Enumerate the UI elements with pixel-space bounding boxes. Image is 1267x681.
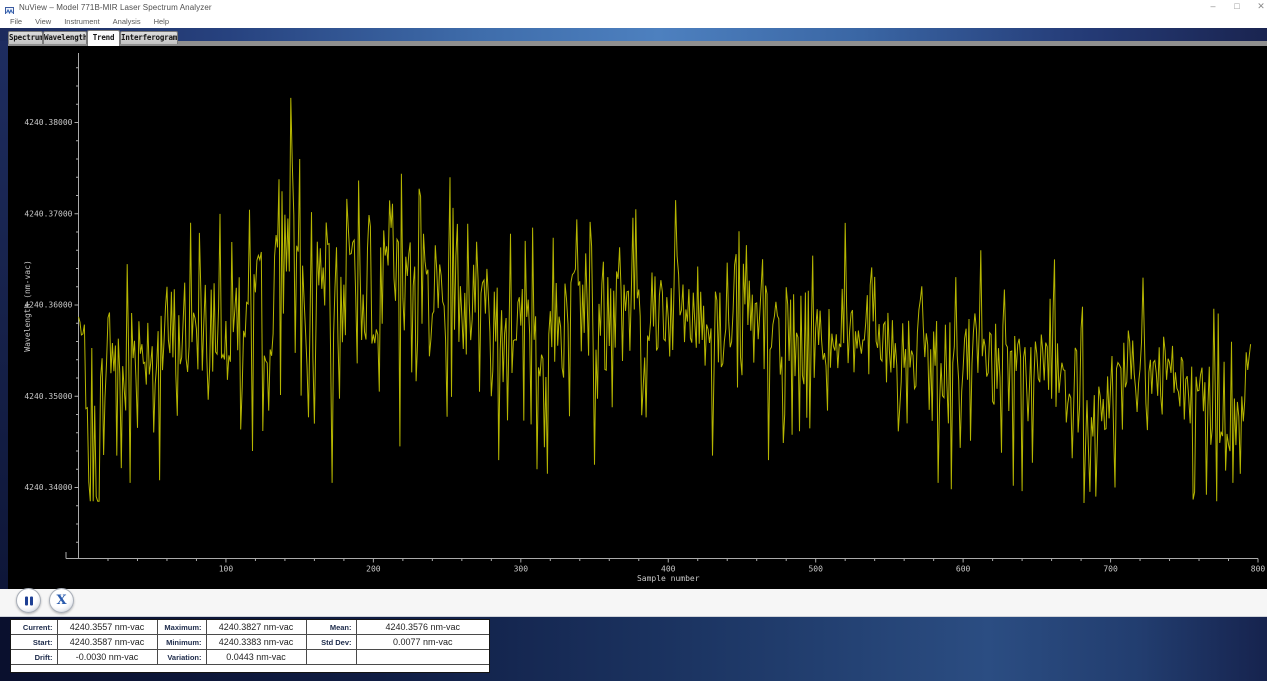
statistics-table: Current: 4240.3557 nm-vac Maximum: 4240.…: [11, 620, 489, 665]
stddev-label: Std Dev:: [306, 635, 356, 650]
main-content-area: Spectrum Wavelength Trend Interferogram …: [0, 28, 1267, 589]
stop-button[interactable]: X: [49, 588, 74, 613]
toolbar-strip: X: [0, 589, 1267, 617]
tab-interferogram[interactable]: Interferogram: [120, 31, 178, 44]
svg-text:4240.37000: 4240.37000: [24, 209, 72, 218]
svg-text:800: 800: [1251, 565, 1266, 574]
menu-instrument[interactable]: Instrument: [59, 17, 104, 26]
title-bar: NuView – Model 771B-MIR Laser Spectrum A…: [0, 0, 1267, 14]
minimize-button[interactable]: –: [1201, 0, 1225, 14]
app-icon: [5, 3, 14, 12]
tab-trend[interactable]: Trend: [87, 30, 120, 46]
variation-label: Variation:: [157, 650, 206, 665]
svg-text:400: 400: [661, 565, 676, 574]
pause-button[interactable]: [16, 588, 41, 613]
empty-value-cell: [356, 650, 489, 665]
top-gradient-band: [0, 28, 1267, 41]
minimum-value: 4240.3383 nm-vac: [206, 635, 306, 650]
pause-icon: [25, 596, 33, 605]
menu-file[interactable]: File: [5, 17, 27, 26]
start-label: Start:: [11, 635, 57, 650]
stddev-value: 0.0077 nm-vac: [356, 635, 489, 650]
svg-text:700: 700: [1103, 565, 1118, 574]
table-row: Start: 4240.3587 nm-vac Minimum: 4240.33…: [11, 635, 489, 650]
table-row: Current: 4240.3557 nm-vac Maximum: 4240.…: [11, 620, 489, 635]
empty-label-cell: [306, 650, 356, 665]
trend-chart[interactable]: 4240.340004240.350004240.360004240.37000…: [8, 46, 1267, 589]
svg-text:600: 600: [956, 565, 971, 574]
svg-text:4240.38000: 4240.38000: [24, 118, 72, 127]
status-strip: Current: 4240.3557 nm-vac Maximum: 4240.…: [0, 617, 1267, 681]
maximize-button[interactable]: □: [1225, 0, 1249, 14]
mean-label: Mean:: [306, 620, 356, 635]
statistics-panel: Current: 4240.3557 nm-vac Maximum: 4240.…: [10, 619, 490, 673]
close-button[interactable]: ✕: [1249, 0, 1267, 14]
mean-value: 4240.3576 nm-vac: [356, 620, 489, 635]
drift-label: Drift:: [11, 650, 57, 665]
svg-text:500: 500: [808, 565, 823, 574]
menu-bar: File View Instrument Analysis Help: [0, 14, 1267, 28]
svg-text:Wavelength (nm-vac): Wavelength (nm-vac): [23, 260, 32, 352]
menu-analysis[interactable]: Analysis: [108, 17, 146, 26]
start-value: 4240.3587 nm-vac: [57, 635, 157, 650]
variation-value: 0.0443 nm-vac: [206, 650, 306, 665]
maximum-label: Maximum:: [157, 620, 206, 635]
svg-text:Sample number: Sample number: [637, 574, 700, 583]
svg-text:4240.34000: 4240.34000: [24, 483, 72, 492]
maximum-value: 4240.3827 nm-vac: [206, 620, 306, 635]
trend-plot: 4240.340004240.350004240.360004240.37000…: [8, 46, 1267, 589]
tab-bar: Spectrum Wavelength Trend Interferogram: [8, 28, 178, 46]
menu-help[interactable]: Help: [149, 17, 174, 26]
table-row: Drift: -0.0030 nm-vac Variation: 0.0443 …: [11, 650, 489, 665]
svg-text:300: 300: [514, 565, 529, 574]
window-title: NuView – Model 771B-MIR Laser Spectrum A…: [19, 3, 212, 12]
svg-text:100: 100: [219, 565, 234, 574]
x-icon: X: [50, 593, 73, 608]
svg-text:4240.35000: 4240.35000: [24, 392, 72, 401]
current-value: 4240.3557 nm-vac: [57, 620, 157, 635]
menu-view[interactable]: View: [30, 17, 56, 26]
window-controls: – □ ✕: [1201, 0, 1267, 14]
current-label: Current:: [11, 620, 57, 635]
tab-wavelength[interactable]: Wavelength: [43, 31, 87, 44]
minimum-label: Minimum:: [157, 635, 206, 650]
svg-text:200: 200: [366, 565, 381, 574]
drift-value: -0.0030 nm-vac: [57, 650, 157, 665]
tab-spectrum[interactable]: Spectrum: [8, 31, 43, 44]
